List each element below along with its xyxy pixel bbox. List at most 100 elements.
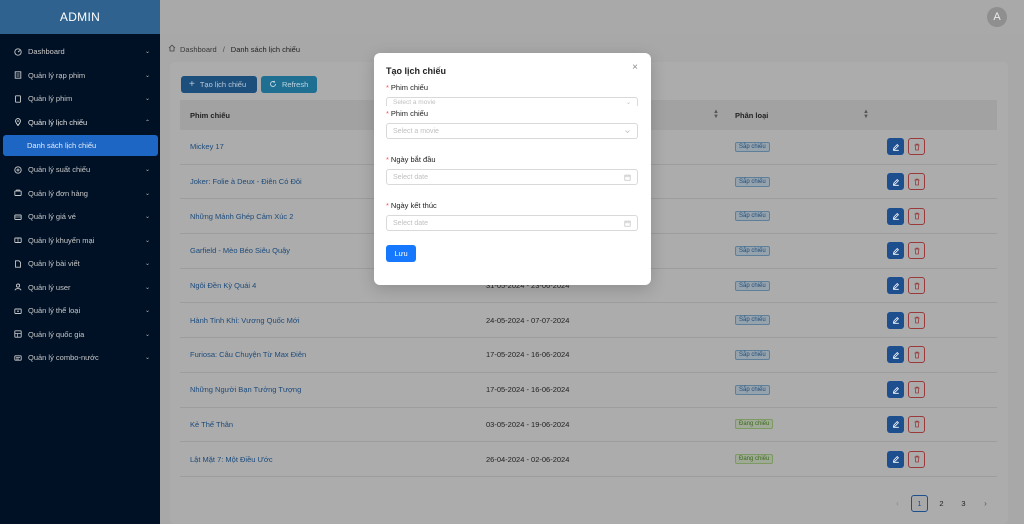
delete-button[interactable] [908, 138, 925, 156]
trash-icon [914, 386, 919, 394]
edit-button[interactable] [887, 450, 904, 468]
sidebar-item-users[interactable]: Quản lý user ⌄ [0, 276, 160, 300]
sidebar-item-schedules[interactable]: Quản lý lịch chiếu ⌃ [0, 111, 160, 135]
avatar[interactable]: A [987, 7, 1007, 27]
edit-icon [892, 282, 899, 290]
film-name-link[interactable]: Lật Mặt 7: Một Điều Ước [180, 442, 466, 476]
delete-button[interactable] [908, 381, 925, 399]
start-date-picker[interactable]: Select date [386, 169, 638, 185]
sidebar-item-ticket-prices[interactable]: Quản lý giá vé ⌄ [0, 205, 160, 229]
chevron-down-icon: ⌄ [144, 190, 150, 197]
sidebar-item-label: Quản lý suất chiếu [28, 165, 91, 175]
sort-icon[interactable]: ▲ ▼ [863, 109, 869, 120]
edit-icon [892, 247, 899, 255]
dashboard-icon [14, 48, 22, 56]
country-icon [14, 330, 22, 338]
chevron-down-icon: ⌄ [144, 214, 150, 221]
order-icon [14, 189, 22, 197]
page-button[interactable]: 3 [955, 495, 972, 512]
sidebar-item-dashboard[interactable]: Dashboard ⌄ [0, 40, 160, 64]
edit-button[interactable] [887, 415, 904, 433]
pagination: ‹ 1 2 3 › [889, 495, 994, 512]
status-badge: Sắp chiếu [735, 211, 770, 222]
film-name-link[interactable]: Hành Tinh Khỉ: Vương Quốc Mới [180, 303, 466, 337]
breadcrumb-home[interactable]: Dashboard [180, 45, 217, 54]
sidebar-item-films[interactable]: Quản lý phim ⌄ [0, 87, 160, 111]
edit-button[interactable] [887, 242, 904, 260]
date-range: 26-04-2024 - 02-06-2024 [486, 454, 570, 464]
sidebar-item-cinemas[interactable]: Quản lý rạp phim ⌄ [0, 64, 160, 88]
delete-button[interactable] [908, 173, 925, 191]
film-select[interactable]: Select a movie [386, 123, 638, 139]
delete-button[interactable] [908, 311, 925, 329]
cinema-icon [14, 71, 22, 79]
sidebar-item-countries[interactable]: Quản lý quốc gia ⌄ [0, 323, 160, 347]
delete-button[interactable] [908, 346, 925, 364]
trash-icon [914, 455, 919, 463]
trash-icon [914, 421, 919, 428]
page-button[interactable]: 1 [911, 495, 928, 512]
sidebar-item-label: Quản lý thể loại [28, 306, 81, 316]
chevron-up-icon: ⌃ [144, 119, 150, 126]
sidebar-item-genres[interactable]: Quản lý thể loại ⌄ [0, 299, 160, 323]
sort-icon[interactable]: ▲ ▼ [713, 109, 719, 120]
sidebar-item-promotions[interactable]: Quản lý khuyến mại ⌄ [0, 229, 160, 253]
status-badge: Sắp chiếu [735, 141, 770, 152]
sidebar-item-label: Quản lý rạp phim [28, 70, 86, 80]
sidebar-item-label: Quản lý phim [28, 94, 73, 104]
sidebar-item-showtimes[interactable]: Quản lý suất chiếu ⌄ [0, 158, 160, 182]
edit-button[interactable] [887, 381, 904, 399]
date-range: 24-05-2024 - 07-07-2024 [486, 315, 570, 325]
chevron-down-icon: ⌄ [144, 331, 150, 338]
delete-button[interactable] [908, 415, 925, 433]
column-header-type[interactable]: Phân loại ▲ ▼ [725, 100, 875, 130]
delete-button[interactable] [908, 207, 925, 225]
trash-icon [914, 351, 919, 359]
edit-button[interactable] [887, 277, 904, 295]
close-icon[interactable]: × [630, 63, 640, 73]
sidebar-item-label: Quản lý lịch chiếu [28, 117, 88, 127]
delete-button[interactable] [908, 277, 925, 295]
field-label-start-date: * Ngày bắt đầu [386, 155, 436, 164]
status-badge: Sắp chiếu [735, 315, 770, 326]
film-select-partial[interactable]: Select a movie ⌄ [386, 97, 638, 106]
edit-button[interactable] [887, 207, 904, 225]
date-range: 03-05-2024 - 19-06-2024 [486, 419, 570, 429]
prev-page-button[interactable]: ‹ [889, 495, 906, 512]
end-date-picker[interactable]: Select date [386, 215, 638, 231]
save-button[interactable]: Lưu [386, 245, 416, 262]
delete-button[interactable] [908, 450, 925, 468]
edit-button[interactable] [887, 346, 904, 364]
edit-button[interactable] [887, 138, 904, 156]
user-icon [14, 283, 22, 291]
sidebar-item-combos[interactable]: Quản lý combo-nước ⌄ [0, 346, 160, 370]
chevron-down-icon: ⌄ [144, 284, 150, 291]
home-icon[interactable] [168, 44, 176, 54]
edit-button[interactable] [887, 173, 904, 191]
create-schedule-button[interactable]: + Tạo lịch chiếu [181, 76, 257, 93]
delete-button[interactable] [908, 242, 925, 260]
sidebar-item-orders[interactable]: Quản lý đơn hàng ⌄ [0, 182, 160, 206]
sidebar-item-label: Dashboard [28, 47, 65, 57]
ticket-icon [14, 213, 22, 221]
chevron-down-icon: ⌄ [144, 72, 150, 79]
sidebar-item-articles[interactable]: Quản lý bài viết ⌄ [0, 252, 160, 276]
table-row: Những Người Bạn Tưởng Tượng 17-05-2024 -… [180, 373, 997, 408]
edit-icon [892, 352, 899, 359]
page-button[interactable]: 2 [933, 495, 950, 512]
brand-logo: ADMIN [0, 0, 160, 34]
sidebar-subitem-schedule-list[interactable]: Danh sách lịch chiếu [3, 135, 158, 156]
next-page-button[interactable]: › [977, 495, 994, 512]
column-header-label: Phân loại [735, 110, 769, 120]
film-name-link[interactable]: Furiosa: Câu Chuyện Từ Max Điên [180, 338, 466, 372]
refresh-button[interactable]: Refresh [261, 76, 317, 93]
field-label-end-date: * Ngày kết thúc [386, 201, 437, 210]
chevron-down-icon: ⌄ [144, 96, 150, 103]
film-name-link[interactable]: Những Người Bạn Tưởng Tượng [180, 373, 466, 407]
date-range: 17-05-2024 - 16-06-2024 [486, 350, 570, 360]
table-row: Kẻ Thế Thân 03-05-2024 - 19-06-2024 Đang… [180, 408, 997, 443]
film-icon [14, 95, 22, 103]
edit-button[interactable] [887, 311, 904, 329]
film-name-link[interactable]: Kẻ Thế Thân [180, 408, 466, 442]
sidebar-item-label: Quản lý user [28, 282, 71, 292]
